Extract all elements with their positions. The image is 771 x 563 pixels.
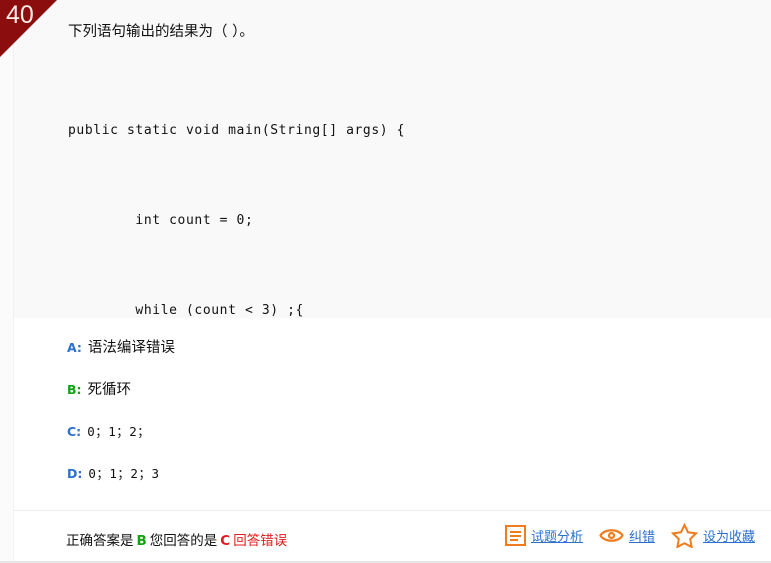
footer-actions: 试题分析 纠错 设为收藏 bbox=[504, 523, 755, 548]
correct-answer-letter: B bbox=[136, 533, 147, 549]
options-list: A: 语法编译错误 B: 死循环 C: 0；1；2； D: 0；1；2；3 bbox=[14, 318, 771, 510]
favorite-label: 设为收藏 bbox=[702, 530, 755, 545]
option-text: 0；1；2；3 bbox=[88, 466, 160, 481]
question-stem: 下列语句输出的结果为（ ）。 public static void main(S… bbox=[14, 0, 771, 498]
your-answer-letter: C bbox=[220, 533, 231, 549]
analysis-icon bbox=[504, 525, 526, 546]
code-line: int count = 0; bbox=[68, 213, 254, 228]
answer-footer: 正确答案是 B 您回答的是 C 回答错误 试题分析 纠错 设为收藏 bbox=[14, 511, 771, 561]
code-line: public static void main(String[] args) { bbox=[68, 123, 406, 138]
option-c[interactable]: C: 0；1；2； bbox=[67, 422, 771, 464]
left-edge-strip bbox=[0, 0, 14, 561]
question-number-ribbon: 40 bbox=[0, 0, 57, 57]
option-text: 语法编译错误 bbox=[87, 340, 175, 356]
option-text: 死循环 bbox=[87, 382, 132, 398]
option-a[interactable]: A: 语法编译错误 bbox=[67, 338, 771, 380]
question-title: 下列语句输出的结果为（ ）。 bbox=[68, 24, 254, 40]
correct-answer-prefix: 正确答案是 bbox=[66, 533, 134, 549]
answer-result-text: 回答错误 bbox=[233, 533, 288, 549]
report-error-action[interactable]: 纠错 bbox=[599, 525, 655, 546]
eye-icon bbox=[599, 525, 624, 546]
option-d[interactable]: D: 0；1；2；3 bbox=[67, 464, 771, 506]
option-text: 0；1；2； bbox=[87, 424, 151, 439]
analysis-label: 试题分析 bbox=[530, 530, 583, 545]
report-error-label: 纠错 bbox=[628, 530, 655, 545]
option-letter: B: bbox=[67, 382, 82, 397]
favorite-action[interactable]: 设为收藏 bbox=[670, 523, 755, 548]
question-card: 40 下列语句输出的结果为（ ）。 public static void mai… bbox=[0, 0, 771, 563]
answer-summary: 正确答案是 B 您回答的是 C 回答错误 bbox=[66, 529, 287, 549]
star-icon bbox=[670, 523, 698, 548]
option-letter: D: bbox=[67, 466, 83, 481]
your-answer-prefix: 您回答的是 bbox=[149, 533, 218, 549]
option-b[interactable]: B: 死循环 bbox=[67, 380, 771, 422]
option-letter: A: bbox=[67, 340, 82, 355]
option-letter: C: bbox=[67, 424, 82, 439]
analysis-action[interactable]: 试题分析 bbox=[504, 525, 583, 546]
question-number: 40 bbox=[6, 1, 34, 29]
